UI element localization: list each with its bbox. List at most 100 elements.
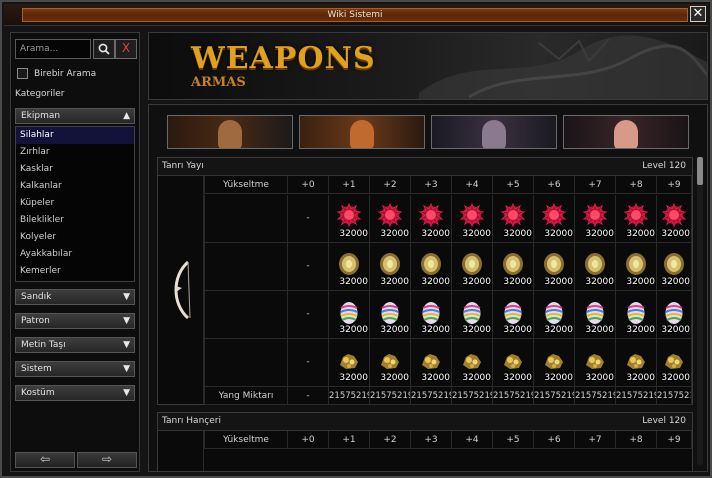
category-list: Silahlar Zırhlar Kasklar Kalkanlar Küpel… <box>15 126 135 282</box>
column-header: +5 <box>493 431 534 449</box>
group-label: Ekipman <box>21 111 61 121</box>
yang-amount: 21575219 <box>329 387 370 405</box>
material-quantity: 32000 <box>339 325 368 335</box>
exact-search-checkbox[interactable] <box>17 68 28 79</box>
material-cell[interactable]: 32000 <box>370 339 411 387</box>
search-button[interactable] <box>93 39 115 59</box>
list-item-silahlar[interactable]: Silahlar <box>16 127 134 144</box>
material-quantity: 32000 <box>544 325 573 335</box>
material-quantity: 32000 <box>661 277 690 287</box>
material-cell[interactable]: 32000 <box>411 339 452 387</box>
material-cell[interactable]: 32000 <box>534 291 575 339</box>
material-cell[interactable]: 32000 <box>616 339 657 387</box>
class-portraits <box>167 115 691 151</box>
material-quantity: 32000 <box>380 325 409 335</box>
column-header: +1 <box>329 431 370 449</box>
scrollbar-thumb[interactable] <box>697 157 703 185</box>
material-cell[interactable]: 32000 <box>411 243 452 291</box>
material-cell[interactable]: 32000 <box>411 291 452 339</box>
material-cell[interactable]: 32000 <box>534 195 575 243</box>
material-quantity: 32000 <box>421 325 450 335</box>
material-quantity: 32000 <box>503 373 532 383</box>
search-row: X <box>15 39 137 59</box>
group-header-metin-tasi[interactable]: Metin Taşı ▼ <box>15 337 135 353</box>
material-cell[interactable]: 32000 <box>575 339 616 387</box>
upgrade-table-tanri-hanceri: Tanrı Hançeri Level 120 Yükseltme +0 +1 +2 +… <box>157 412 693 471</box>
material-cell[interactable]: 32000 <box>657 195 692 243</box>
previous-page-button[interactable]: ⇦ <box>15 452 75 468</box>
portrait-warrior[interactable] <box>167 115 293 149</box>
portrait-shaman[interactable] <box>563 115 689 149</box>
material-cell[interactable]: 32000 <box>452 195 493 243</box>
material-cell[interactable]: 32000 <box>575 195 616 243</box>
material-icon-wrap <box>418 347 444 373</box>
next-page-button[interactable]: ⇨ <box>77 452 137 468</box>
material-quantity: 32000 <box>626 229 655 239</box>
material-cell[interactable]: 32000 <box>411 195 452 243</box>
group-header-ekipman[interactable]: Ekipman ▲ <box>15 108 135 124</box>
material-cell[interactable]: 32000 <box>329 195 370 243</box>
material-cell[interactable]: 32000 <box>657 291 692 339</box>
material-icon-wrap <box>541 251 567 277</box>
material-cell[interactable]: 32000 <box>329 291 370 339</box>
title-bar[interactable]: Wiki Sistemi <box>4 4 708 26</box>
close-button[interactable]: ✕ <box>690 6 706 22</box>
material-cell[interactable]: 32000 <box>616 243 657 291</box>
material-icon-wrap <box>418 299 444 325</box>
material-icon-wrap <box>459 251 485 277</box>
material-cell[interactable]: 32000 <box>575 291 616 339</box>
yang-amount: 21575219 <box>657 387 692 405</box>
material-cell[interactable]: 32000 <box>329 339 370 387</box>
material-cell[interactable]: 32000 <box>493 339 534 387</box>
material-cell[interactable]: 32000 <box>493 243 534 291</box>
material-cell[interactable]: 32000 <box>534 339 575 387</box>
material-quantity: 32000 <box>544 277 573 287</box>
red-gem-icon <box>623 202 649 228</box>
list-item-kasklar[interactable]: Kasklar <box>16 161 134 178</box>
column-header: +0 <box>288 176 329 194</box>
portrait-assassin[interactable] <box>299 115 425 149</box>
striped-egg-icon <box>381 302 399 324</box>
group-header-patron[interactable]: Patron ▼ <box>15 313 135 329</box>
portrait-sura[interactable] <box>431 115 557 149</box>
content-scrollbar[interactable] <box>697 157 703 465</box>
list-item-bileklikler[interactable]: Bileklikler <box>16 212 134 229</box>
material-quantity: 32000 <box>462 325 491 335</box>
column-header: +1 <box>329 176 370 194</box>
list-item-kemerler[interactable]: Kemerler <box>16 263 134 280</box>
material-cell[interactable]: 32000 <box>452 243 493 291</box>
material-cell[interactable]: 32000 <box>329 243 370 291</box>
plus0-cell: - <box>288 195 329 243</box>
material-cell[interactable]: 32000 <box>493 291 534 339</box>
material-cell[interactable]: 32000 <box>370 291 411 339</box>
material-cell[interactable]: 32000 <box>534 243 575 291</box>
search-icon <box>98 43 110 55</box>
list-item-kolyeler[interactable]: Kolyeler <box>16 229 134 246</box>
group-header-sandik[interactable]: Sandık ▼ <box>15 289 135 305</box>
content-panel: Tanrı Yayı Level 120 Yükseltme +0 +1 +2 +3 +4… <box>148 104 708 472</box>
material-icon-wrap <box>582 202 608 229</box>
group-header-kostum[interactable]: Kostüm ▼ <box>15 385 135 401</box>
group-header-sistem[interactable]: Sistem ▼ <box>15 361 135 377</box>
material-icon-wrap <box>582 251 608 277</box>
material-quantity: 32000 <box>380 277 409 287</box>
banner-subtitle: ARMAS <box>191 75 246 90</box>
material-cell[interactable]: 32000 <box>452 291 493 339</box>
material-cell[interactable]: 32000 <box>616 291 657 339</box>
material-cell[interactable]: 32000 <box>616 195 657 243</box>
list-item-kupeler[interactable]: Küpeler <box>16 195 134 212</box>
list-item-zirhlar[interactable]: Zırhlar <box>16 144 134 161</box>
search-input[interactable] <box>15 39 91 59</box>
material-cell[interactable]: 32000 <box>370 195 411 243</box>
list-item-ayakkabilar[interactable]: Ayakkabılar <box>16 246 134 263</box>
material-cell[interactable]: 32000 <box>657 339 692 387</box>
list-item-kalkanlar[interactable]: Kalkanlar <box>16 178 134 195</box>
material-cell[interactable]: 32000 <box>452 339 493 387</box>
material-cell[interactable]: 32000 <box>657 243 692 291</box>
item-level: Level 120 <box>642 161 686 171</box>
material-cell[interactable]: 32000 <box>575 243 616 291</box>
material-cell[interactable]: 32000 <box>493 195 534 243</box>
group-label: Kostüm <box>21 388 55 398</box>
material-cell[interactable]: 32000 <box>370 243 411 291</box>
clear-search-button[interactable]: X <box>115 39 137 59</box>
